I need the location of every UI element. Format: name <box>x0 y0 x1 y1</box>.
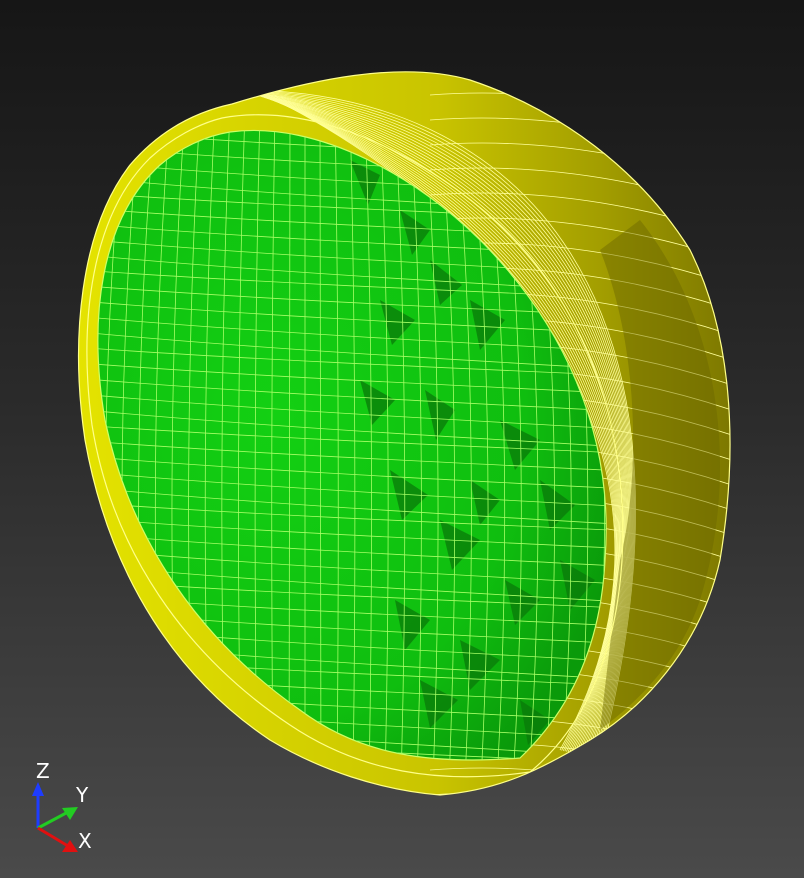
z-axis-arrow <box>32 782 44 828</box>
3d-viewport[interactable]: Z Y X <box>0 0 804 878</box>
mesh-model[interactable] <box>0 0 804 878</box>
x-axis-arrow <box>37 826 78 852</box>
x-axis-label: X <box>78 829 92 853</box>
z-axis-label: Z <box>36 759 50 783</box>
axis-triad: Z Y X <box>32 759 92 853</box>
y-axis-label: Y <box>75 783 89 807</box>
y-axis-arrow <box>37 807 78 830</box>
